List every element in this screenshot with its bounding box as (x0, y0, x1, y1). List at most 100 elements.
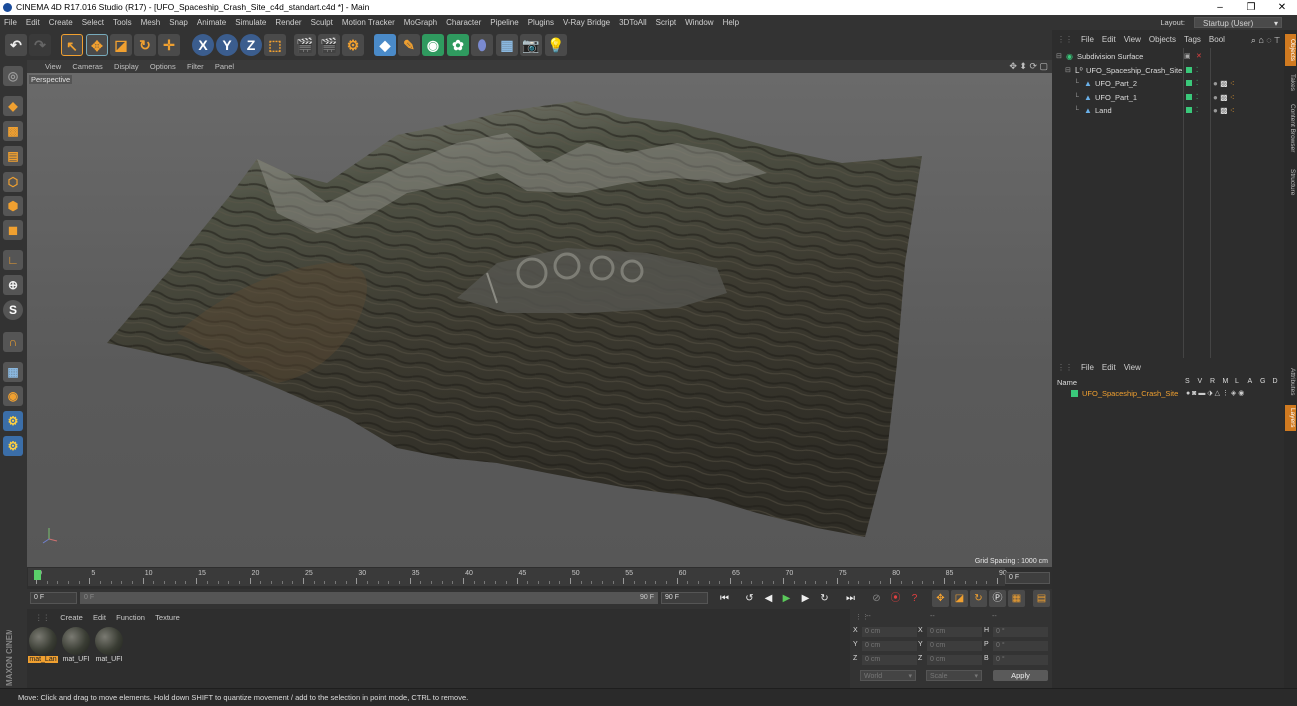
auto-key-icon[interactable]: ⦿ (887, 590, 904, 607)
material-menu-texture[interactable]: Texture (155, 612, 180, 624)
coordinate-system-icon[interactable]: ⬚ (264, 34, 286, 56)
key-pla-icon[interactable]: ▦ (1008, 590, 1025, 607)
layer-flag-header[interactable]: V (1198, 378, 1203, 385)
texture-tag-icon[interactable]: ⁖ (1230, 93, 1235, 102)
play-icon[interactable]: ▶ (778, 590, 795, 607)
om-menu-bool[interactable]: Bool (1209, 32, 1225, 48)
layer-flag-header[interactable]: L (1235, 378, 1239, 385)
om-search-icon[interactable]: ⌕ ⌂ ◌ ⊤ (1251, 32, 1280, 48)
3d-viewport[interactable]: Perspective Grid Spacing: 1000 cm (27, 73, 1052, 567)
render-picture-viewer-icon[interactable]: 🎬 (318, 34, 340, 56)
layer-color-tag[interactable] (1186, 66, 1192, 73)
layer-color-tag[interactable] (1186, 80, 1192, 86)
camera-icon[interactable]: 📷 (520, 34, 542, 56)
key-parameter-icon[interactable]: Ⓟ (989, 590, 1006, 607)
render-settings-icon[interactable]: ⚙ (342, 34, 364, 56)
menu-script[interactable]: Script (652, 15, 681, 30)
tab-content-browser[interactable]: Content Browser (1285, 98, 1296, 158)
render-view-icon[interactable]: 🎬 (294, 34, 316, 56)
expand-toggle-icon[interactable]: └ (1074, 77, 1079, 90)
key-rotation-icon[interactable]: ↻ (970, 590, 987, 607)
next-frame-icon[interactable]: ▶ (797, 590, 814, 607)
start-frame-field[interactable]: 0 F (30, 592, 77, 604)
viewport-menu-view[interactable]: View (45, 60, 61, 73)
layer-flag-header[interactable]: S (1185, 378, 1190, 385)
object-row[interactable]: └ ▲ Land ⁚ ● ▩ ⁖ (1056, 104, 1282, 117)
material-swatch[interactable]: mat_UFI (94, 627, 124, 665)
expand-toggle-icon[interactable]: └ (1074, 91, 1079, 104)
viewport-menu-options[interactable]: Options (150, 60, 176, 73)
coord-rotation-field[interactable]: 0 ° (993, 627, 1048, 637)
go-to-start-icon[interactable]: ⏮ (716, 590, 733, 607)
viewport-menu-display[interactable]: Display (114, 60, 139, 73)
x-axis-lock-button[interactable]: X (192, 34, 214, 56)
material-swatch[interactable]: mat_Lan (28, 627, 58, 665)
visibility-dots-icon[interactable]: ⁚ (1196, 64, 1198, 77)
tab-objects[interactable]: Objects (1285, 34, 1296, 66)
layout-dropdown[interactable]: Startup (User) ▾ (1194, 16, 1282, 28)
visibility-dots-icon[interactable]: ✕ (1196, 50, 1202, 63)
coord-position-field[interactable]: 0 cm (862, 627, 917, 637)
om-menu-view[interactable]: View (1124, 32, 1141, 48)
expand-toggle-icon[interactable]: ⊟ (1056, 50, 1062, 63)
deformer-icon[interactable]: ⬮ (471, 34, 493, 56)
keyframe-selection-icon[interactable]: ? (906, 590, 923, 607)
current-frame-field[interactable]: 0 F (1005, 572, 1050, 584)
layer-flag-header[interactable]: D (1273, 378, 1278, 385)
edges-mode-icon[interactable]: ⬢ (3, 196, 23, 216)
menu-select[interactable]: Select (78, 15, 109, 30)
layer-color-swatch[interactable] (1071, 390, 1078, 397)
transform-icon[interactable]: ✛ (158, 34, 180, 56)
previous-key-icon[interactable]: ↺ (741, 590, 758, 607)
go-to-end-icon[interactable]: ⏭ (842, 590, 859, 607)
menu-vray-bridge[interactable]: V-Ray Bridge (559, 15, 615, 30)
cube-primitive-icon[interactable]: ◆ (374, 34, 396, 56)
coord-rotation-field[interactable]: 0 ° (993, 641, 1048, 651)
snap-icon[interactable]: S (3, 300, 23, 320)
magnet-icon[interactable]: ∩ (3, 332, 23, 352)
live-selection-icon[interactable]: ↖ (61, 34, 83, 56)
menu-render[interactable]: Render (271, 15, 306, 30)
close-button[interactable]: ✕ (1267, 0, 1297, 15)
timeline-window-icon[interactable]: ▤ (1033, 590, 1050, 607)
array-icon[interactable]: ✿ (447, 34, 469, 56)
tag-icons[interactable]: ● ▩ ⁖ (1213, 77, 1235, 90)
z-axis-lock-button[interactable]: Z (240, 34, 262, 56)
material-swatch[interactable]: mat_UFI (61, 627, 91, 665)
move-tool-icon[interactable]: ✥ (86, 34, 108, 56)
layer-color-tag[interactable] (1186, 93, 1192, 100)
menu-simulate[interactable]: Simulate (231, 15, 271, 30)
layer-flag-icons[interactable]: ● ◙ ▬ ⬗ △ ⋮ ◈ ◉ (1186, 387, 1244, 400)
om-menu-tags[interactable]: Tags (1184, 32, 1201, 48)
viewport-menu-filter[interactable]: Filter (187, 60, 204, 73)
menu-window[interactable]: Window (681, 15, 718, 30)
material-tag-icon[interactable]: ● (1213, 106, 1218, 115)
minimize-button[interactable]: – (1205, 0, 1235, 15)
model-mode-icon[interactable]: ◆ (3, 96, 23, 116)
om-menu-file[interactable]: File (1081, 32, 1094, 48)
grid-icon[interactable]: ▦ (3, 362, 23, 382)
coord-size-field[interactable]: 0 cm (927, 641, 982, 651)
pen-spline-icon[interactable]: ✎ (398, 34, 420, 56)
tag-icons[interactable]: ● ▩ ⁖ (1213, 91, 1235, 104)
object-row[interactable]: └ ▲ UFO_Part_2 ⁚ ● ▩ ⁖ (1056, 77, 1282, 90)
coord-rotation-field[interactable]: 0 ° (993, 655, 1048, 665)
layer-row[interactable]: UFO_Spaceship_Crash_Site ● ◙ ▬ ⬗ △ ⋮ ◈ ◉ (1056, 387, 1282, 400)
visibility-dots-icon[interactable]: ⁚ (1196, 91, 1198, 104)
visibility-dots-icon[interactable]: ⁚ (1196, 104, 1198, 117)
texture-mode-icon[interactable]: ▩ (3, 121, 23, 141)
uvw-tag-icon[interactable]: ▩ (1220, 106, 1228, 115)
sculpt-icon[interactable]: ◉ (3, 386, 23, 406)
menu-character[interactable]: Character (442, 15, 486, 30)
menu-plugins[interactable]: Plugins (524, 15, 559, 30)
redo-icon[interactable]: ↷ (29, 34, 51, 56)
visibility-dots-icon[interactable]: ⁚ (1196, 77, 1198, 90)
axis-mode-icon[interactable]: ∟ (3, 250, 23, 270)
playhead[interactable] (34, 570, 41, 580)
coord-size-field[interactable]: 0 cm (927, 655, 982, 665)
tab-takes[interactable]: Takes (1285, 70, 1296, 94)
key-scale-icon[interactable]: ◪ (951, 590, 968, 607)
frame-range-slider[interactable]: 0 F 90 F (80, 592, 658, 604)
om-menu-edit[interactable]: Edit (1102, 32, 1116, 48)
tweak-mode-icon[interactable]: ⊕ (3, 275, 23, 295)
